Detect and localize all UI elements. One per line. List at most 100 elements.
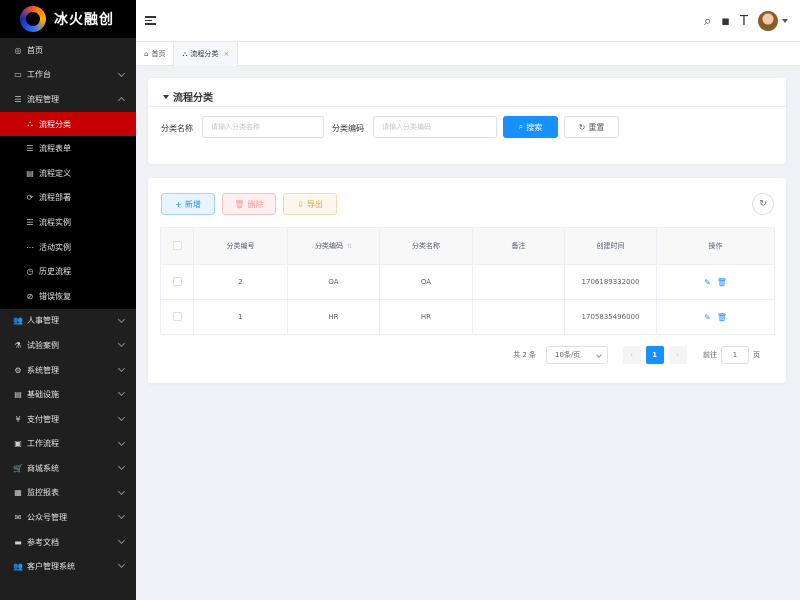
customer-icon: 👥 bbox=[13, 562, 23, 572]
goto-label: 前往 bbox=[703, 351, 717, 359]
pagination: 共 2 条 10条/页 ‹ 1 › 前往 页 bbox=[513, 346, 760, 364]
yen-icon: ¥ bbox=[15, 414, 21, 424]
category-code-input[interactable] bbox=[373, 116, 497, 138]
sidebar-item-label: 流程管理 bbox=[27, 94, 59, 104]
delete-icon[interactable]: 🗑 bbox=[717, 313, 727, 322]
font-size-icon[interactable]: T bbox=[740, 14, 748, 29]
sidebar-item-process-form[interactable]: ☰ 流程表单 bbox=[0, 136, 136, 161]
category-name-input[interactable] bbox=[202, 116, 324, 138]
panel-title[interactable]: 流程分类 bbox=[163, 89, 213, 104]
sidebar-item-hr[interactable]: 👥 人事管理 bbox=[0, 309, 136, 334]
add-button[interactable]: + 新增 bbox=[161, 193, 215, 215]
tab-home[interactable]: ⌂ 首页 bbox=[136, 42, 175, 66]
row-checkbox[interactable] bbox=[172, 311, 182, 321]
sidebar-item-label: 流程定义 bbox=[39, 168, 71, 178]
topbar: ⌕ ▪ T bbox=[136, 0, 800, 42]
sidebar-item-system[interactable]: ⚙ 系统管理 bbox=[0, 358, 136, 383]
sidebar-item-process-deploy[interactable]: ⟳ 流程部署 bbox=[0, 186, 136, 211]
flask-icon: ⚗ bbox=[14, 340, 22, 350]
sidebar-item-process-instance[interactable]: ☰ 流程实例 bbox=[0, 210, 136, 235]
sidebar: 冰火融创 ◎ 首页 ▭ 工作台 ☰ 流程管理 ⛬ 流程分类 ☰ 流程表单 ▤ 流… bbox=[0, 0, 136, 600]
sidebar-item-error-recovery[interactable]: ⊘ 错误恢复 bbox=[0, 284, 136, 309]
caret-down-icon[interactable] bbox=[782, 19, 788, 23]
monitor-icon: ▭ bbox=[14, 70, 22, 80]
sidebar-item-label: 参考文档 bbox=[27, 537, 59, 547]
delete-icon[interactable]: 🗑 bbox=[717, 278, 727, 287]
trash-icon: 🗑 bbox=[234, 199, 245, 209]
sidebar-item-label: 流程部署 bbox=[39, 193, 71, 203]
table-cell: 2 bbox=[193, 264, 288, 300]
list-icon: ☰ bbox=[14, 94, 22, 104]
sidebar-item-activity-instance[interactable]: ⋯ 活动实例 bbox=[0, 235, 136, 260]
sidebar-item-official-account[interactable]: ✉ 公众号管理 bbox=[0, 505, 136, 530]
sidebar-item-workbench[interactable]: ▭ 工作台 bbox=[0, 63, 136, 88]
table-header-row: 分类编号 分类编码 ⇅ 分类名称 备注 创建时间 操作 bbox=[160, 227, 775, 265]
next-page-button[interactable]: › bbox=[668, 346, 687, 364]
chevron-down-icon bbox=[117, 413, 126, 421]
sidebar-item-reference-docs[interactable]: ▬ 参考文档 bbox=[0, 530, 136, 555]
row-checkbox[interactable] bbox=[172, 276, 182, 286]
table-row: 1 HR HR 1705835496000 ✎ 🗑 bbox=[160, 299, 775, 335]
chevron-right-icon: › bbox=[676, 351, 679, 359]
refresh-button[interactable]: ↻ bbox=[752, 193, 774, 215]
sidebar-item-history-process[interactable]: ◷ 历史流程 bbox=[0, 259, 136, 284]
sidebar-item-test-cases[interactable]: ⚗ 试验案例 bbox=[0, 333, 136, 358]
sidebar-item-crm[interactable]: 👥 客户管理系统 bbox=[0, 554, 136, 579]
column-header-sortable[interactable]: 分类编码 ⇅ bbox=[287, 227, 380, 265]
menu-toggle-icon[interactable] bbox=[145, 16, 156, 25]
activity-icon: ⋯ bbox=[26, 242, 34, 252]
sidebar-item-workflow[interactable]: ▣ 工作流程 bbox=[0, 432, 136, 457]
edit-icon[interactable]: ✎ bbox=[704, 313, 711, 322]
page-size-select[interactable]: 10条/页 bbox=[546, 346, 608, 364]
table-cell: OA bbox=[379, 264, 473, 300]
sort-icon[interactable]: ⇅ bbox=[347, 243, 352, 250]
sidebar-item-monitor-report[interactable]: ▦ 监控报表 bbox=[0, 481, 136, 506]
chevron-down-icon bbox=[117, 364, 126, 372]
history-icon: ◷ bbox=[26, 267, 34, 277]
plus-icon: + bbox=[175, 199, 182, 209]
app-title: 冰火融创 bbox=[54, 12, 114, 28]
recover-icon: ⊘ bbox=[26, 291, 34, 301]
table-cell: 1 bbox=[193, 299, 288, 335]
sidebar-item-label: 监控报表 bbox=[27, 488, 59, 498]
search-icon[interactable]: ⌕ bbox=[704, 14, 711, 29]
sidebar-item-process-category[interactable]: ⛬ 流程分类 bbox=[0, 111, 136, 137]
deploy-icon: ⟳ bbox=[26, 193, 34, 203]
chevron-down-icon bbox=[117, 389, 126, 397]
sidebar-item-label: 流程表单 bbox=[39, 144, 71, 154]
chevron-down-icon bbox=[117, 315, 126, 323]
sidebar-menu: ◎ 首页 ▭ 工作台 ☰ 流程管理 ⛬ 流程分类 ☰ 流程表单 ▤ 流程定义 ⟳… bbox=[0, 38, 136, 579]
avatar[interactable] bbox=[758, 11, 778, 31]
page-number-button[interactable]: 1 bbox=[645, 346, 664, 364]
sidebar-item-infrastructure[interactable]: ▤ 基础设施 bbox=[0, 382, 136, 407]
reset-button[interactable]: ↻ 重置 bbox=[564, 116, 619, 138]
select-all-checkbox[interactable] bbox=[172, 240, 182, 250]
tab-process-category[interactable]: ⛬ 流程分类 × bbox=[174, 42, 239, 66]
download-icon: ⇩ bbox=[297, 199, 304, 209]
sidebar-item-label: 历史流程 bbox=[39, 267, 71, 277]
sidebar-item-process-definition[interactable]: ▤ 流程定义 bbox=[0, 161, 136, 186]
refresh-icon: ↻ bbox=[759, 199, 767, 209]
message-icon[interactable]: ▪ bbox=[721, 14, 730, 29]
close-icon[interactable]: × bbox=[223, 50, 229, 58]
goto-page-input[interactable] bbox=[721, 346, 749, 364]
chevron-down-icon bbox=[117, 340, 126, 348]
row-checkbox-cell bbox=[160, 299, 194, 335]
sidebar-item-process-management[interactable]: ☰ 流程管理 bbox=[0, 87, 136, 112]
search-panel: 流程分类 分类名称 分类编码 ⌕搜索 ↻重置 bbox=[148, 78, 786, 164]
search-button[interactable]: ⌕ 搜索 bbox=[503, 116, 558, 138]
export-button[interactable]: ⇩ 导出 bbox=[283, 193, 337, 215]
tab-label: 流程分类 bbox=[190, 50, 219, 58]
delete-button[interactable]: 🗑 删除 bbox=[222, 193, 276, 215]
category-table: 分类编号 分类编码 ⇅ 分类名称 备注 创建时间 操作 2 OA OA 17061… bbox=[160, 227, 775, 335]
sidebar-item-mall[interactable]: 🛒 商城系统 bbox=[0, 456, 136, 481]
sidebar-item-payment[interactable]: ¥ 支付管理 bbox=[0, 407, 136, 432]
category-code-label: 分类编码 bbox=[332, 124, 364, 133]
prev-page-button[interactable]: ‹ bbox=[622, 346, 641, 364]
sitemap-icon: ⛬ bbox=[27, 119, 33, 129]
sidebar-item-home[interactable]: ◎ 首页 bbox=[0, 38, 136, 63]
wechat-icon: ✉ bbox=[14, 513, 22, 523]
home-icon: ⌂ bbox=[144, 50, 149, 58]
edit-icon[interactable]: ✎ bbox=[704, 278, 711, 287]
sidebar-item-label: 工作台 bbox=[27, 70, 51, 80]
